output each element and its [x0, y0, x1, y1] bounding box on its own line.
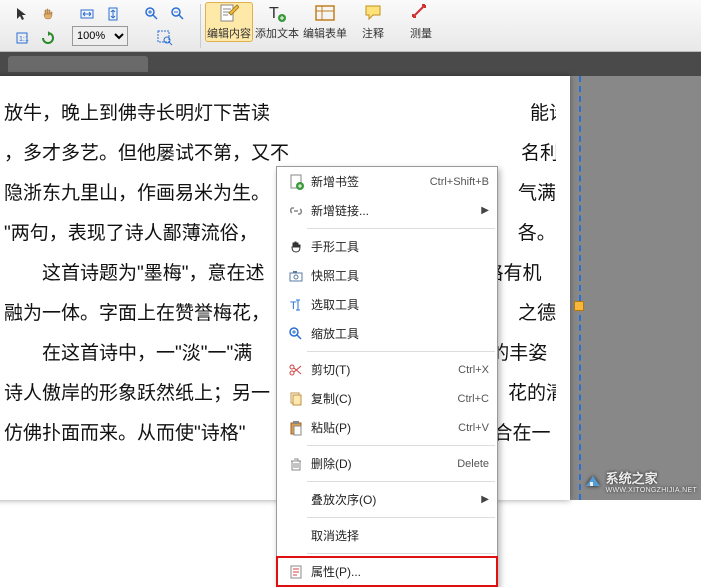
submenu-arrow-icon: ▶ — [481, 205, 489, 216]
measure-label: 测量 — [410, 25, 432, 41]
hand-tool-button[interactable] — [36, 2, 60, 26]
text-select-icon: T — [285, 297, 307, 313]
menu-new-bookmark[interactable]: 新增书签 Ctrl+Shift+B — [277, 167, 497, 196]
toolbar: 1:1 100% 编辑内容 T 添加文本 编辑表单 注释 测 — [0, 0, 701, 52]
add-text-button[interactable]: T 添加文本 — [253, 2, 301, 42]
guide-handle[interactable] — [574, 301, 584, 311]
zoom-in-button[interactable] — [140, 2, 164, 26]
menu-snapshot-tool[interactable]: 快照工具 — [277, 261, 497, 290]
fit-page-button[interactable]: 1:1 — [10, 26, 34, 50]
svg-text:T: T — [290, 300, 297, 312]
scissors-icon — [285, 362, 307, 378]
link-icon — [285, 203, 307, 219]
edit-content-label: 编辑内容 — [207, 25, 251, 41]
menu-copy[interactable]: 复制(C) Ctrl+C — [277, 384, 497, 413]
edit-form-button[interactable]: 编辑表单 — [301, 2, 349, 42]
menu-delete[interactable]: 删除(D) Delete — [277, 449, 497, 478]
menu-zoom-tool[interactable]: 缩放工具 — [277, 319, 497, 348]
add-text-label: 添加文本 — [255, 25, 299, 41]
rotate-button[interactable] — [36, 26, 60, 50]
magnifier-icon — [285, 326, 307, 342]
right-guide-line — [579, 76, 581, 500]
tab-strip[interactable] — [0, 52, 701, 76]
hand-icon — [285, 239, 307, 255]
annotate-button[interactable]: 注释 — [349, 2, 397, 42]
edit-content-button[interactable]: 编辑内容 — [205, 2, 253, 42]
paste-icon — [285, 420, 307, 436]
camera-icon — [285, 268, 307, 284]
measure-button[interactable]: 测量 — [397, 2, 445, 42]
watermark: 系统之家 WWW.XITONGZHIJIA.NET — [584, 468, 697, 494]
menu-select-tool[interactable]: T 选取工具 — [277, 290, 497, 319]
menu-properties[interactable]: 属性(P)... — [277, 557, 497, 586]
bookmark-icon — [285, 174, 307, 190]
marquee-zoom-button[interactable] — [153, 26, 177, 50]
context-menu: 新增书签 Ctrl+Shift+B 新增链接... ▶ 手形工具 快照工具 T … — [276, 166, 498, 587]
annotate-label: 注释 — [362, 25, 384, 41]
svg-text:1:1: 1:1 — [19, 36, 29, 43]
menu-cut[interactable]: 剪切(T) Ctrl+X — [277, 355, 497, 384]
copy-icon — [285, 391, 307, 407]
pointer-tool-button[interactable] — [10, 2, 34, 26]
menu-paste[interactable]: 粘贴(P) Ctrl+V — [277, 413, 497, 442]
menu-hand-tool[interactable]: 手形工具 — [277, 232, 497, 261]
properties-icon — [285, 564, 307, 580]
fit-height-button[interactable] — [101, 2, 125, 26]
fit-width-button[interactable] — [75, 2, 99, 26]
zoom-out-button[interactable] — [166, 2, 190, 26]
menu-deselect[interactable]: 取消选择 — [277, 521, 497, 550]
zoom-select[interactable]: 100% — [72, 26, 128, 46]
edit-form-label: 编辑表单 — [303, 25, 347, 41]
menu-new-link[interactable]: 新增链接... ▶ — [277, 196, 497, 225]
document-viewport: 放牛，晚上到佛寺长明灯下苦读能诗善 ，多才多艺。但他屡试不第，又不名利禄， 隐浙… — [0, 76, 701, 500]
svg-text:T: T — [269, 5, 279, 22]
trash-icon — [285, 456, 307, 472]
